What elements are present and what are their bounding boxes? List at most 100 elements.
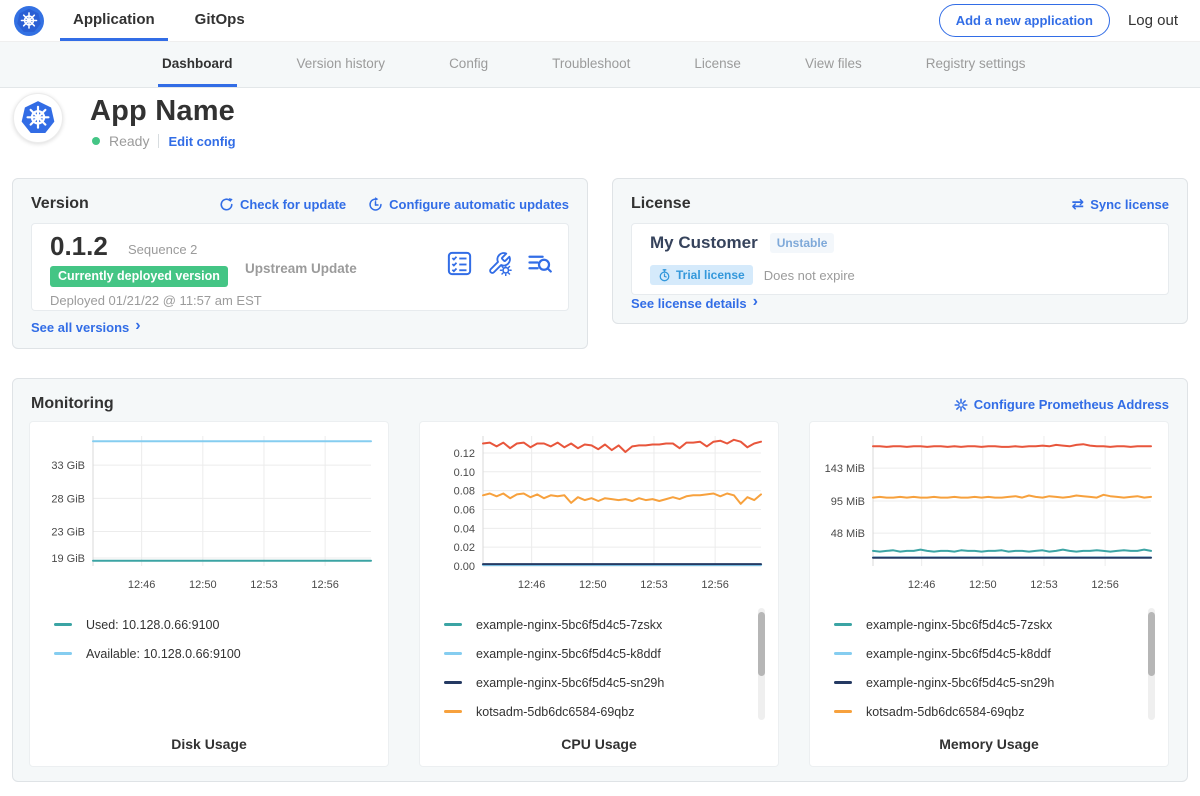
legend-label: kotsadm-5db6dc6584-69qbz xyxy=(476,705,634,719)
config-wrench-gear-icon[interactable] xyxy=(487,251,512,276)
legend-label: example-nginx-5bc6f5d4c5-7zskx xyxy=(866,618,1052,632)
chart-title: CPU Usage xyxy=(420,736,778,752)
monitoring-title: Monitoring xyxy=(31,395,114,413)
chart-title: Memory Usage xyxy=(810,736,1168,752)
svg-text:0.06: 0.06 xyxy=(454,504,475,516)
legend-item: example-nginx-5bc6f5d4c5-7zskx xyxy=(834,610,1134,639)
cpu-usage-chart: 0.120.100.080.060.040.020.0012:4612:5012… xyxy=(425,430,775,598)
chart-title: Disk Usage xyxy=(30,736,388,752)
legend-item: example-nginx-5bc6f5d4c5-sn29h xyxy=(834,668,1134,697)
license-card: License ⇄ Sync license My Customer Unsta… xyxy=(612,178,1188,324)
preflight-checks-icon[interactable] xyxy=(447,251,472,276)
disk-usage-chart: 33 GiB28 GiB23 GiB19 GiB12:4612:5012:531… xyxy=(35,430,385,598)
stopwatch-icon xyxy=(658,269,671,282)
topnav-tab-application[interactable]: Application xyxy=(60,0,168,41)
see-license-details-link[interactable]: See license details › xyxy=(631,295,758,311)
legend-color-dash-icon xyxy=(834,710,852,713)
svg-text:12:56: 12:56 xyxy=(701,579,729,591)
legend-label: example-nginx-5bc6f5d4c5-k8ddf xyxy=(476,647,661,661)
legend-color-dash-icon xyxy=(444,681,462,684)
subnav-tab-view-files[interactable]: View files xyxy=(801,42,866,87)
svg-text:0.04: 0.04 xyxy=(454,523,475,535)
sync-license-link[interactable]: ⇄ Sync license xyxy=(1072,197,1169,212)
svg-text:23 GiB: 23 GiB xyxy=(51,527,85,539)
topnav-tab-gitops[interactable]: GitOps xyxy=(182,0,258,41)
ready-status-dot-icon xyxy=(92,137,100,145)
view-logs-icon[interactable] xyxy=(527,251,552,276)
svg-text:12:50: 12:50 xyxy=(189,579,217,591)
legend-color-dash-icon xyxy=(444,652,462,655)
configure-prometheus-link[interactable]: Configure Prometheus Address xyxy=(954,397,1169,412)
legend-item: example-nginx-5bc6f5d4c5-k8ddf xyxy=(834,639,1134,668)
top-navbar: Application GitOps Add a new application… xyxy=(0,0,1200,42)
version-sequence: Sequence 2 xyxy=(128,242,197,257)
svg-text:12:46: 12:46 xyxy=(908,579,936,591)
legend-scrollbar-thumb[interactable] xyxy=(758,612,765,676)
refresh-icon xyxy=(219,197,234,212)
monitoring-section: Monitoring Configure Prometheus Address … xyxy=(12,378,1188,782)
legend-label: kotsadm-5db6dc6584-69qbz xyxy=(866,705,1024,719)
svg-text:12:50: 12:50 xyxy=(969,579,997,591)
memory-usage-chart: 143 MiB95 MiB48 MiB12:4612:5012:5312:56 xyxy=(815,430,1165,598)
legend-item: example-nginx-5bc6f5d4c5-k8ddf xyxy=(444,639,744,668)
gear-icon xyxy=(954,398,968,412)
app-header: App Name Ready Edit config xyxy=(0,88,1200,178)
disk-usage-card: 33 GiB28 GiB23 GiB19 GiB12:4612:5012:531… xyxy=(29,421,389,767)
legend-scrollbar-thumb[interactable] xyxy=(1148,612,1155,676)
svg-text:0.00: 0.00 xyxy=(454,561,475,573)
chevron-right-icon: › xyxy=(753,294,758,310)
legend-label: Available: 10.128.0.66:9100 xyxy=(86,647,241,661)
app-avatar xyxy=(13,93,63,143)
svg-text:12:53: 12:53 xyxy=(250,579,278,591)
legend-color-dash-icon xyxy=(834,623,852,626)
channel-badge: Unstable xyxy=(770,233,835,253)
legend-color-dash-icon xyxy=(54,623,72,626)
deployed-version-badge: Currently deployed version xyxy=(50,266,228,287)
svg-text:12:46: 12:46 xyxy=(128,579,156,591)
subnav-tab-dashboard[interactable]: Dashboard xyxy=(158,42,237,87)
logout-link[interactable]: Log out xyxy=(1128,12,1178,29)
legend-color-dash-icon xyxy=(834,652,852,655)
legend-color-dash-icon xyxy=(834,681,852,684)
svg-text:12:46: 12:46 xyxy=(518,579,546,591)
legend-label: example-nginx-5bc6f5d4c5-sn29h xyxy=(866,676,1054,690)
current-version-panel: 0.1.2 Sequence 2 Currently deployed vers… xyxy=(31,223,569,311)
app-status-row: Ready Edit config xyxy=(92,133,236,149)
subnav-tab-troubleshoot[interactable]: Troubleshoot xyxy=(548,42,634,87)
version-card: Version Check for update Configure autom… xyxy=(12,178,588,349)
chevron-right-icon: › xyxy=(135,318,140,334)
svg-text:19 GiB: 19 GiB xyxy=(51,553,85,565)
memory-usage-legend: example-nginx-5bc6f5d4c5-7zskx example-ng… xyxy=(834,610,1134,726)
sync-arrows-icon: ⇄ xyxy=(1072,197,1085,212)
kubernetes-app-icon xyxy=(20,100,56,136)
edit-config-link[interactable]: Edit config xyxy=(168,134,235,149)
legend-label: example-nginx-5bc6f5d4c5-k8ddf xyxy=(866,647,1051,661)
check-for-update-link[interactable]: Check for update xyxy=(219,197,346,212)
add-application-button[interactable]: Add a new application xyxy=(939,4,1110,37)
configure-automatic-updates-link[interactable]: Configure automatic updates xyxy=(368,197,569,212)
legend-item: Available: 10.128.0.66:9100 xyxy=(54,639,354,668)
legend-color-dash-icon xyxy=(444,623,462,626)
svg-text:0.10: 0.10 xyxy=(454,467,475,479)
svg-text:48 MiB: 48 MiB xyxy=(831,528,865,540)
legend-label: example-nginx-5bc6f5d4c5-sn29h xyxy=(476,676,664,690)
legend-item: example-nginx-5bc6f5d4c5-7zskx xyxy=(444,610,744,639)
legend-item: Used: 10.128.0.66:9100 xyxy=(54,610,354,639)
subnav-tab-config[interactable]: Config xyxy=(445,42,492,87)
version-number: 0.1.2 xyxy=(50,231,108,262)
subnav-tab-license[interactable]: License xyxy=(690,42,745,87)
subnav-tab-registry-settings[interactable]: Registry settings xyxy=(922,42,1030,87)
svg-text:12:53: 12:53 xyxy=(1030,579,1058,591)
customer-name: My Customer xyxy=(650,233,758,253)
clock-refresh-icon xyxy=(368,197,383,212)
legend-label: example-nginx-5bc6f5d4c5-7zskx xyxy=(476,618,662,632)
kubernetes-logo-icon[interactable] xyxy=(14,6,44,36)
svg-text:143 MiB: 143 MiB xyxy=(825,463,865,475)
legend-item: kotsadm-5db6dc6584-69qbz xyxy=(444,697,744,726)
license-panel: My Customer Unstable Trial license Does … xyxy=(631,223,1169,295)
memory-usage-card: 143 MiB95 MiB48 MiB12:4612:5012:5312:56 … xyxy=(809,421,1169,767)
subnav-tab-version-history[interactable]: Version history xyxy=(293,42,390,87)
app-subnav: Dashboard Version history Config Trouble… xyxy=(0,42,1200,88)
divider xyxy=(158,134,159,148)
see-all-versions-link[interactable]: See all versions › xyxy=(31,319,141,335)
